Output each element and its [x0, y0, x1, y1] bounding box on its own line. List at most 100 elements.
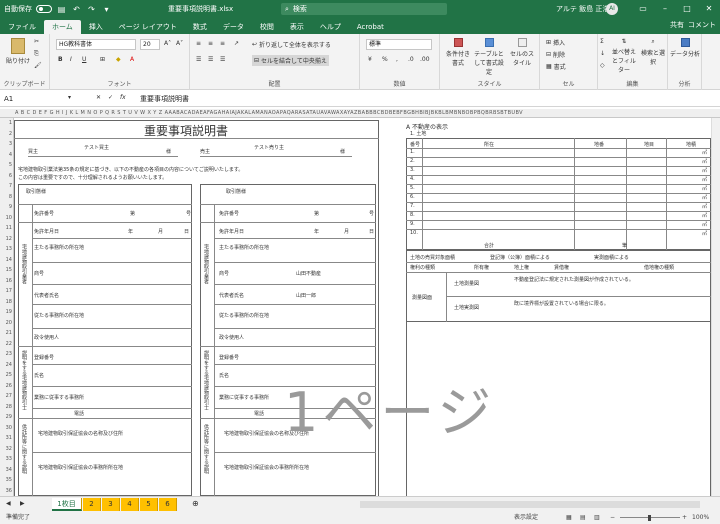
align-left-icon[interactable]: ☰ — [196, 56, 201, 63]
align-right-icon[interactable]: ☰ — [220, 56, 225, 63]
find-select-button[interactable]: ⌕ 検索と選択 — [640, 38, 666, 66]
function-icon[interactable]: fx — [120, 94, 126, 101]
zoom-level[interactable]: 100% — [692, 512, 709, 524]
font-name-select[interactable]: HG教科書体 — [56, 39, 136, 50]
maximize-icon[interactable]: □ — [676, 0, 698, 18]
align-bottom-icon[interactable]: ≡ — [220, 40, 225, 47]
tab-acrobat[interactable]: Acrobat — [349, 20, 392, 34]
undo-icon[interactable]: ↶ — [71, 5, 82, 14]
increase-decimal-icon[interactable]: .0 — [408, 56, 414, 63]
percent-icon[interactable]: % — [382, 56, 388, 63]
row-header[interactable]: 7 — [0, 181, 13, 192]
sheet-tab-5[interactable]: 5 — [140, 498, 158, 511]
tab-formulas[interactable]: 数式 — [185, 20, 215, 34]
row-header[interactable]: 21 — [0, 328, 13, 339]
display-settings[interactable]: 表示設定 — [514, 512, 538, 524]
row-header[interactable]: 12 — [0, 234, 13, 245]
row-header[interactable]: 20 — [0, 318, 13, 329]
row-header[interactable]: 25 — [0, 370, 13, 381]
zoom-slider-thumb[interactable] — [648, 515, 651, 521]
row-header[interactable]: 3 — [0, 139, 13, 150]
row-header[interactable]: 9 — [0, 202, 13, 213]
row-header[interactable]: 30 — [0, 423, 13, 434]
add-sheet-icon[interactable]: ⊕ — [192, 499, 199, 508]
copy-icon[interactable]: ⎘ — [34, 50, 39, 58]
avatar[interactable]: AI — [606, 3, 618, 15]
autosave-toggle[interactable] — [36, 5, 52, 13]
prev-sheet-icon[interactable]: ◀ — [6, 500, 11, 507]
name-box[interactable]: A1 — [2, 93, 62, 105]
conditional-format-button[interactable]: 条件付き書式 — [444, 38, 472, 67]
page-break-icon[interactable]: ▥ — [594, 512, 600, 524]
customize-qat-icon[interactable]: ▾ — [101, 5, 112, 14]
orientation-icon[interactable]: ↗ — [234, 40, 239, 47]
tab-home[interactable]: ホーム — [44, 20, 81, 34]
share-button[interactable]: 共有 — [670, 20, 684, 30]
tab-data[interactable]: データ — [215, 20, 252, 34]
tab-review[interactable]: 校閲 — [252, 20, 282, 34]
wrap-text-button[interactable]: ↩ 折り返して全体を表示する — [252, 40, 331, 49]
row-header[interactable]: 6 — [0, 171, 13, 182]
row-header[interactable]: 16 — [0, 276, 13, 287]
row-header[interactable]: 15 — [0, 265, 13, 276]
analyze-data-button[interactable]: データ分析 — [670, 38, 700, 58]
cut-icon[interactable]: ✂ — [34, 38, 39, 45]
row-header[interactable]: 10 — [0, 213, 13, 224]
fill-icon[interactable]: ↓ — [600, 50, 605, 57]
format-painter-icon[interactable]: 🖌 — [34, 62, 42, 69]
save-icon[interactable]: ▤ — [56, 5, 67, 14]
sheet-tab-2[interactable]: 2 — [83, 498, 101, 511]
row-header[interactable]: 1 — [0, 118, 13, 129]
row-header[interactable]: 28 — [0, 402, 13, 413]
sheet-tab-4[interactable]: 4 — [121, 498, 139, 511]
column-headers[interactable]: A B C D E F G H I J K L M N O P Q R S T … — [0, 109, 720, 118]
format-cells-button[interactable]: ▦ 書式 — [546, 62, 566, 71]
row-header[interactable]: 35 — [0, 475, 13, 486]
number-format-select[interactable]: 標準 — [366, 39, 432, 50]
font-color-icon[interactable]: A — [130, 56, 134, 63]
sheet-tab-1[interactable]: 1枚目 — [52, 498, 82, 511]
font-size-select[interactable]: 20 — [140, 39, 160, 50]
align-center-icon[interactable]: ☰ — [208, 56, 213, 63]
tab-insert[interactable]: 挿入 — [81, 20, 111, 34]
worksheet-grid[interactable]: 重要事項説明書 買主 テスト買主 様 売主 テスト売り主 様 宅地建物取引業法第… — [14, 118, 711, 496]
align-middle-icon[interactable]: ≡ — [208, 40, 213, 47]
italic-button[interactable]: I — [70, 56, 72, 63]
clear-icon[interactable]: ◇ — [600, 62, 605, 69]
align-top-icon[interactable]: ≡ — [196, 40, 201, 47]
next-sheet-icon[interactable]: ▶ — [20, 500, 25, 507]
row-header[interactable]: 33 — [0, 454, 13, 465]
enter-icon[interactable]: ✓ — [108, 94, 113, 101]
row-header[interactable]: 29 — [0, 412, 13, 423]
row-header[interactable]: 8 — [0, 192, 13, 203]
cell-styles-button[interactable]: セルのスタイル — [508, 38, 536, 67]
user-name[interactable]: アルテ 飯島 正浩 — [556, 4, 609, 14]
fill-color-icon[interactable]: ◆ — [116, 56, 121, 63]
formula-input[interactable]: 重要事項説明書 — [140, 93, 189, 105]
vertical-scrollbar[interactable] — [711, 118, 720, 496]
row-header[interactable]: 32 — [0, 444, 13, 455]
close-icon[interactable]: ✕ — [698, 0, 720, 18]
tab-view[interactable]: 表示 — [282, 20, 312, 34]
sheet-tab-6[interactable]: 6 — [159, 498, 177, 511]
comma-icon[interactable]: , — [396, 56, 398, 63]
row-header[interactable]: 14 — [0, 255, 13, 266]
row-header[interactable]: 18 — [0, 297, 13, 308]
row-header[interactable]: 5 — [0, 160, 13, 171]
shrink-font-icon[interactable]: A˅ — [176, 40, 183, 47]
normal-view-icon[interactable]: ▦ — [566, 512, 572, 524]
redo-icon[interactable]: ↷ — [86, 5, 97, 14]
row-header[interactable]: 31 — [0, 433, 13, 444]
border-icon[interactable]: ⊞ — [100, 56, 105, 63]
zoom-out-icon[interactable]: − — [610, 512, 615, 524]
underline-button[interactable]: U — [82, 56, 86, 63]
ribbon-display-icon[interactable]: ▭ — [632, 0, 654, 18]
zoom-in-icon[interactable]: + — [682, 512, 687, 524]
paste-button[interactable]: 貼り付け — [6, 38, 30, 65]
name-box-dropdown-icon[interactable]: ▾ — [68, 94, 71, 101]
row-header[interactable]: 23 — [0, 349, 13, 360]
tab-help[interactable]: ヘルプ — [312, 20, 349, 34]
sheet-tab-3[interactable]: 3 — [102, 498, 120, 511]
grow-font-icon[interactable]: A˄ — [164, 40, 171, 47]
row-header[interactable]: 24 — [0, 360, 13, 371]
